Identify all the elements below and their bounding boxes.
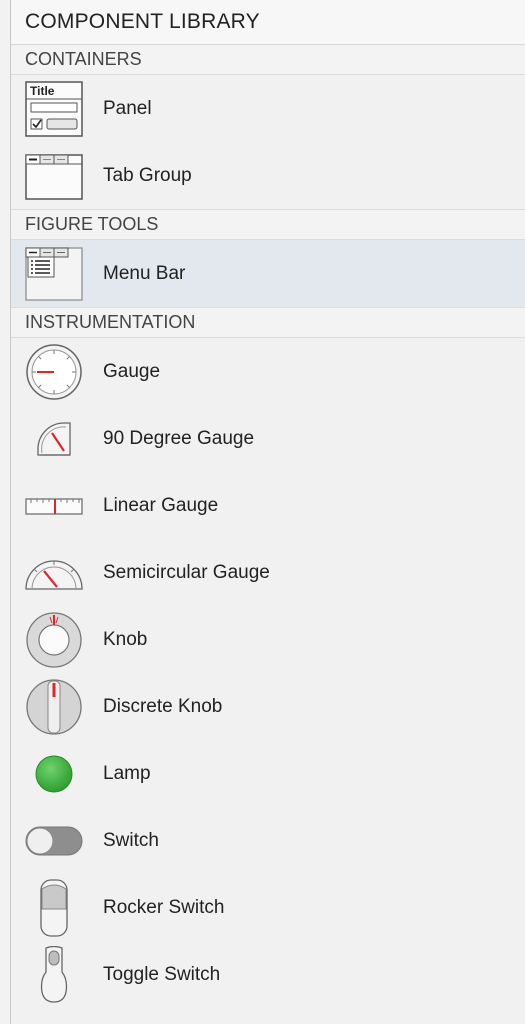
component-linear-gauge[interactable]: Linear Gauge bbox=[11, 472, 525, 539]
switch-icon bbox=[24, 811, 84, 871]
semicircular-gauge-icon bbox=[24, 543, 84, 603]
component-discrete-knob[interactable]: Discrete Knob bbox=[11, 673, 525, 740]
component-label: Discrete Knob bbox=[103, 695, 223, 717]
component-panel[interactable]: Title Panel bbox=[11, 75, 525, 142]
component-tab-group[interactable]: Tab Group bbox=[11, 142, 525, 209]
component-knob[interactable]: Knob bbox=[11, 606, 525, 673]
component-label: Switch bbox=[103, 829, 159, 851]
component-toggle-switch[interactable]: Toggle Switch bbox=[11, 941, 525, 1008]
rocker-switch-icon bbox=[24, 878, 84, 938]
component-label: 90 Degree Gauge bbox=[103, 427, 255, 449]
menu-bar-icon bbox=[24, 244, 84, 304]
gauge-icon bbox=[24, 342, 84, 402]
panel-icon: Title bbox=[24, 79, 84, 139]
component-switch[interactable]: Switch bbox=[11, 807, 525, 874]
component-label: Knob bbox=[103, 628, 148, 650]
toggle-switch-icon bbox=[24, 945, 84, 1005]
discrete-knob-icon bbox=[24, 677, 84, 737]
component-semicircular-gauge[interactable]: Semicircular Gauge bbox=[11, 539, 525, 606]
linear-gauge-icon bbox=[24, 476, 84, 536]
component-rocker-switch[interactable]: Rocker Switch bbox=[11, 874, 525, 941]
component-label: Panel bbox=[103, 97, 152, 119]
section-figure-tools: FIGURE TOOLS Menu Bar bbox=[11, 210, 525, 308]
section-title-instrumentation[interactable]: INSTRUMENTATION bbox=[11, 308, 525, 338]
component-lamp[interactable]: Lamp bbox=[11, 740, 525, 807]
component-label: Gauge bbox=[103, 360, 161, 382]
section-instrumentation: INSTRUMENTATION Gauge 90 Degree Gauge Li… bbox=[11, 308, 525, 1008]
component-library-panel: COMPONENT LIBRARY CONTAINERS Title Panel bbox=[10, 0, 525, 1024]
section-title-containers[interactable]: CONTAINERS bbox=[11, 45, 525, 75]
section-containers: CONTAINERS Title Panel Tab Group bbox=[11, 45, 525, 210]
component-label: Semicircular Gauge bbox=[103, 561, 270, 583]
panel-icon-caption: Title bbox=[30, 84, 55, 98]
component-menu-bar[interactable]: Menu Bar bbox=[11, 240, 525, 307]
component-label: Toggle Switch bbox=[103, 963, 221, 985]
component-label: Menu Bar bbox=[103, 262, 186, 284]
tab-group-icon bbox=[24, 146, 84, 206]
component-label: Lamp bbox=[103, 762, 151, 784]
library-title: COMPONENT LIBRARY bbox=[11, 0, 525, 45]
lamp-icon bbox=[24, 744, 84, 804]
component-gauge[interactable]: Gauge bbox=[11, 338, 525, 405]
component-label: Linear Gauge bbox=[103, 494, 219, 516]
section-title-figure-tools[interactable]: FIGURE TOOLS bbox=[11, 210, 525, 240]
component-90-degree-gauge[interactable]: 90 Degree Gauge bbox=[11, 405, 525, 472]
ninety-degree-gauge-icon bbox=[24, 409, 84, 469]
component-label: Tab Group bbox=[103, 164, 192, 186]
knob-icon bbox=[24, 610, 84, 670]
component-label: Rocker Switch bbox=[103, 896, 225, 918]
